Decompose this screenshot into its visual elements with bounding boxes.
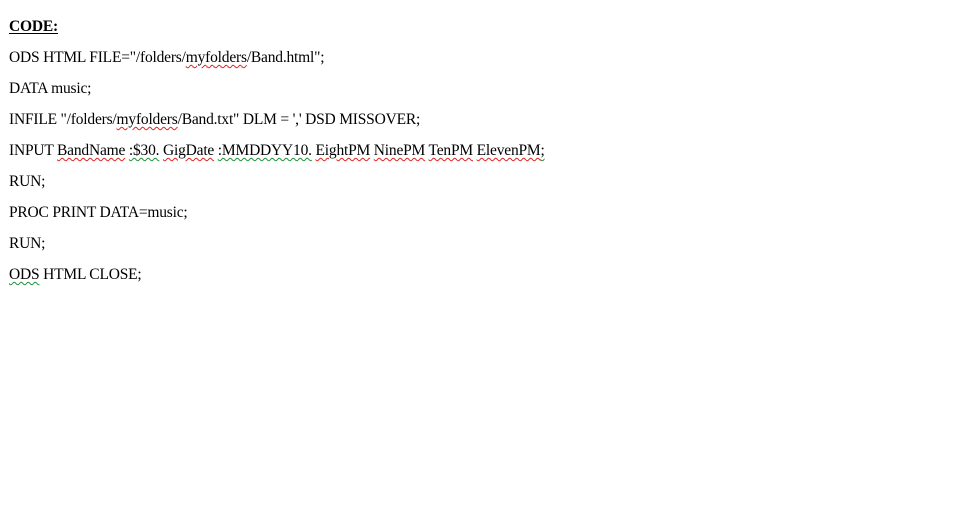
spelling-flagged-word: TenPM: [428, 142, 474, 159]
spelling-flagged-word: myfolders: [185, 49, 247, 66]
spelling-flagged-word: GigDate: [163, 142, 215, 159]
spelling-flagged-word: BandName: [57, 142, 126, 159]
grammar-flagged-text: ;: [540, 142, 545, 159]
code-text: ODS HTML FILE="/folders/: [9, 49, 186, 66]
code-line: PROC PRINT DATA=music;: [9, 203, 545, 234]
code-line: RUN;: [9, 172, 545, 203]
code-text: RUN;: [9, 173, 46, 190]
spelling-flagged-word: ElevenPM: [476, 142, 541, 159]
code-text: HTML CLOSE;: [39, 266, 142, 283]
code-text: INFILE "/folders/: [9, 111, 117, 128]
code-text: /Band.html";: [246, 49, 325, 66]
code-heading: CODE:: [9, 18, 58, 35]
code-text: INPUT: [9, 142, 58, 159]
code-line: DATA music;: [9, 79, 545, 110]
spelling-flagged-word: NinePM: [373, 142, 426, 159]
code-text: RUN;: [9, 235, 46, 252]
code-text: PROC PRINT DATA=music;: [9, 204, 188, 221]
code-line: ODS HTML FILE="/folders/myfolders/Band.h…: [9, 48, 545, 79]
code-text: DATA music;: [9, 80, 92, 97]
grammar-flagged-text: :$30.: [128, 142, 160, 159]
document-body: CODE: ODS HTML FILE="/folders/myfolders/…: [9, 17, 545, 296]
code-listing: ODS HTML FILE="/folders/myfolders/Band.h…: [9, 48, 545, 296]
code-line: INFILE "/folders/myfolders/Band.txt" DLM…: [9, 110, 545, 141]
spelling-flagged-word: myfolders: [116, 111, 178, 128]
grammar-flagged-text: ODS: [9, 266, 40, 283]
code-text: /Band.txt" DLM = ',' DSD MISSOVER;: [177, 111, 421, 128]
code-line: INPUT BandName :$30. GigDate :MMDDYY10. …: [9, 141, 545, 172]
code-line: RUN;: [9, 234, 545, 265]
spelling-flagged-word: EightPM: [315, 142, 371, 159]
code-line: ODS HTML CLOSE;: [9, 265, 545, 296]
grammar-flagged-text: :MMDDYY10.: [217, 142, 312, 159]
